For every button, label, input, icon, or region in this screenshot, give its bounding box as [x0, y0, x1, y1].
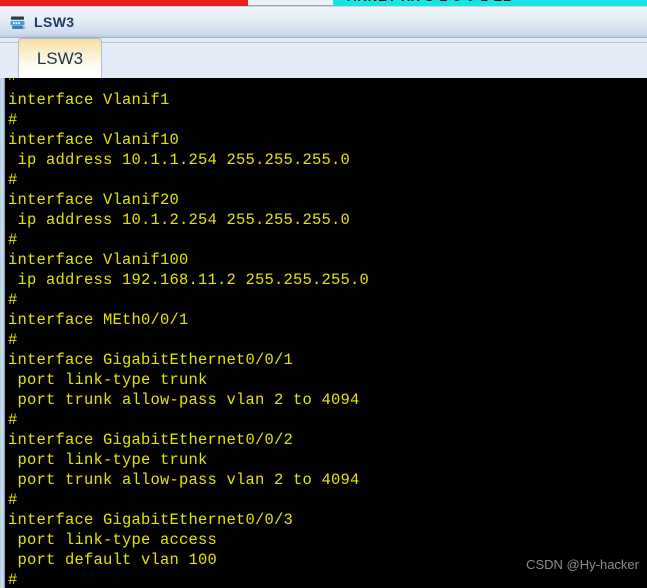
- terminal-line: port trunk allow-pass vlan 2 to 4094: [8, 471, 360, 489]
- terminal-line: ip address 192.168.11.2 255.255.255.0: [8, 271, 370, 289]
- tab-label: LSW3: [36, 49, 84, 68]
- terminal-line: port trunk allow-pass vlan 2 to 4094: [8, 391, 360, 409]
- terminal-line: interface GigabitEthernet0/0/3: [8, 511, 294, 529]
- tab-strip: LSW3: [0, 38, 647, 78]
- red-accent-bar: [0, 0, 248, 6]
- terminal-line: #: [8, 571, 18, 588]
- terminal-line: interface Vlanif100: [8, 251, 189, 269]
- terminal-line: #: [8, 331, 18, 349]
- terminal-line: interface Vlanif10: [8, 131, 180, 149]
- cyan-bar-clipped-text: ARNET XX'S L-8-0-1 EB: [347, 0, 513, 4]
- terminal-console[interactable]: #interface Vlanif1#interface Vlanif10 ip…: [0, 78, 647, 588]
- cyan-highlight-bar: ARNET XX'S L-8-0-1 EB: [333, 0, 647, 6]
- window-title: LSW3: [34, 14, 75, 30]
- terminal-line: port link-type trunk: [8, 371, 208, 389]
- terminal-line: #: [8, 231, 18, 249]
- clipped-top-strip: ARNET XX'S L-8-0-1 EB: [0, 0, 647, 7]
- terminal-line: #: [5, 78, 647, 90]
- terminal-line: #: [8, 491, 18, 509]
- terminal-line: #: [8, 111, 18, 129]
- terminal-line: interface GigabitEthernet0/0/2: [8, 431, 294, 449]
- terminal-line: #: [8, 171, 18, 189]
- terminal-line: interface Vlanif20: [8, 191, 180, 209]
- terminal-line: interface Vlanif1: [8, 91, 170, 109]
- switch-device-icon: [9, 13, 28, 32]
- emulator-window: ARNET XX'S L-8-0-1 EB LSW3 LSW3 #interfa…: [0, 0, 647, 588]
- terminal-line: port link-type access: [8, 531, 218, 549]
- window-titlebar: LSW3: [0, 7, 647, 38]
- terminal-line: ip address 10.1.1.254 255.255.255.0: [8, 151, 351, 169]
- terminal-line: interface MEth0/0/1: [8, 311, 189, 329]
- terminal-line: #: [8, 411, 18, 429]
- terminal-line: port default vlan 100: [8, 551, 218, 569]
- terminal-output-area[interactable]: #interface Vlanif1#interface Vlanif10 ip…: [5, 78, 647, 588]
- terminal-line: port link-type trunk: [8, 451, 208, 469]
- terminal-line: interface GigabitEthernet0/0/1: [8, 351, 294, 369]
- terminal-line: ip address 10.1.2.254 255.255.255.0: [8, 211, 351, 229]
- strip-gap: [248, 0, 333, 6]
- tab-lsw3[interactable]: LSW3: [18, 38, 102, 78]
- terminal-line: #: [8, 291, 18, 309]
